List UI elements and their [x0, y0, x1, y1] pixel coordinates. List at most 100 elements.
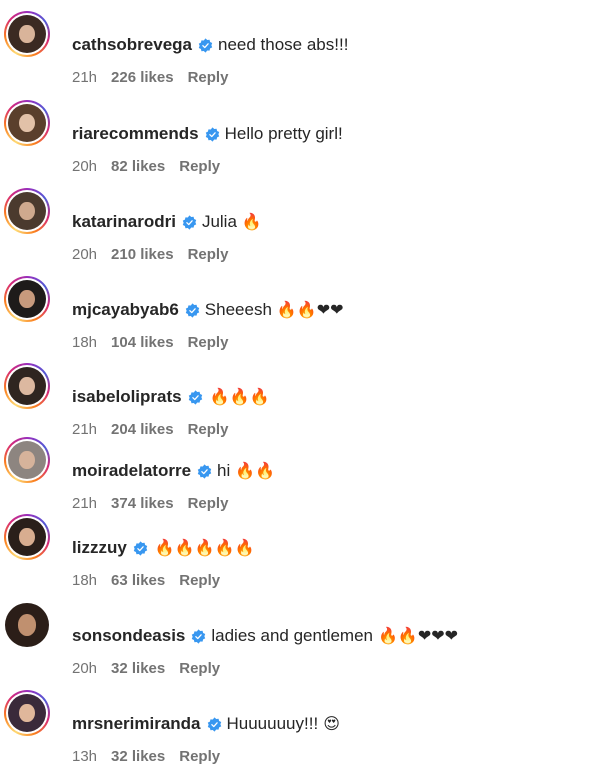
avatar-face [19, 450, 35, 470]
username-link[interactable]: lizzzuy [72, 537, 127, 559]
emoji-reaction: 🔥🔥🔥🔥🔥 [154, 538, 255, 557]
verified-badge-icon [182, 214, 197, 230]
likes-count[interactable]: 226 likes [111, 69, 174, 86]
likes-count[interactable]: 210 likes [111, 246, 174, 263]
verified-badge-icon [191, 628, 206, 644]
timestamp: 18h [72, 572, 98, 589]
comment-text: Huuuuuuy!!! [226, 714, 319, 733]
avatar[interactable] [4, 690, 50, 736]
comment-meta: 20h 210 likes Reply [72, 246, 242, 263]
username-link[interactable]: mjcayabyab6 [72, 299, 179, 321]
username-link[interactable]: sonsondeasis [72, 625, 185, 647]
verified-badge-icon [198, 37, 213, 53]
comment-body: riarecommends Hello pretty girl! [72, 123, 345, 145]
avatar-face [19, 289, 35, 309]
avatar-ring-gap [6, 439, 48, 481]
verified-badge-icon [197, 463, 212, 479]
avatar-face [18, 614, 36, 636]
emoji-reaction: 🔥🔥 [235, 461, 276, 480]
username-link[interactable]: riarecommends [72, 123, 199, 145]
username-link[interactable]: isabeloliprats [72, 386, 182, 408]
avatar-image [8, 280, 46, 318]
username-link[interactable]: cathsobrevega [72, 34, 192, 56]
avatar[interactable] [4, 514, 50, 560]
avatar[interactable] [4, 100, 50, 146]
likes-count[interactable]: 104 likes [111, 334, 174, 351]
comment-body: cathsobrevega need those abs!!! [72, 34, 350, 56]
comment-row: sonsondeasis ladies and gentlemen 🔥🔥❤❤❤ 20h… [0, 598, 600, 678]
likes-count[interactable]: 82 likes [111, 158, 165, 175]
username-link[interactable]: moiradelatorre [72, 460, 191, 482]
comment-list: cathsobrevega need those abs!!! 21h 226 lik… [0, 0, 600, 782]
comment-body: mrsnerimiranda Huuuuuuy!!! 😍 [72, 713, 340, 735]
avatar-face [19, 703, 35, 723]
timestamp: 13h [72, 748, 98, 765]
comment-row: cathsobrevega need those abs!!! 21h 226 lik… [0, 7, 600, 87]
reply-button[interactable]: Reply [188, 246, 229, 263]
comment-row: lizzzuy 🔥🔥🔥🔥🔥 18h 63 likes Reply [0, 510, 600, 590]
comment-text: hi [217, 461, 231, 480]
avatar-image [8, 367, 46, 405]
avatar[interactable] [4, 276, 50, 322]
reply-button[interactable]: Reply [179, 158, 220, 175]
comment-meta: 13h 32 likes Reply [72, 748, 234, 765]
comment-body: mjcayabyab6 Sheeesh 🔥🔥❤❤ [72, 299, 344, 321]
avatar-face [19, 527, 35, 547]
reply-button[interactable]: Reply [188, 69, 229, 86]
avatar-ring-gap [6, 278, 48, 320]
avatar[interactable] [4, 602, 50, 648]
avatar-image [5, 603, 49, 647]
avatar-image [8, 441, 46, 479]
avatar-image [8, 694, 46, 732]
comment-meta: 20h 82 likes Reply [72, 158, 234, 175]
comment-row: moiradelatorre hi 🔥🔥 21h 374 likes Reply [0, 433, 600, 513]
avatar-face [19, 201, 35, 221]
comment-body: lizzzuy 🔥🔥🔥🔥🔥 [72, 537, 254, 559]
avatar[interactable] [4, 437, 50, 483]
avatar-face [19, 24, 35, 44]
avatar-ring-gap [6, 365, 48, 407]
emoji-reaction: 🔥🔥❤❤❤ [378, 626, 459, 645]
verified-badge-icon [207, 716, 222, 732]
emoji-reaction: 🔥🔥❤❤ [276, 300, 344, 319]
verified-badge-icon [185, 302, 200, 318]
avatar-face [19, 376, 35, 396]
reply-button[interactable]: Reply [188, 334, 229, 351]
avatar-ring-gap [6, 692, 48, 734]
reply-button[interactable]: Reply [179, 748, 220, 765]
avatar-ring-gap [4, 602, 50, 648]
avatar[interactable] [4, 188, 50, 234]
timestamp: 20h [72, 158, 98, 175]
avatar-image [8, 192, 46, 230]
comment-meta: 21h 226 likes Reply [72, 69, 242, 86]
reply-button[interactable]: Reply [179, 660, 220, 677]
likes-count[interactable]: 63 likes [111, 572, 165, 589]
comment-body: moiradelatorre hi 🔥🔥 [72, 460, 275, 482]
comment-row: riarecommends Hello pretty girl! 20h 82 lik… [0, 96, 600, 176]
timestamp: 20h [72, 246, 98, 263]
likes-count[interactable]: 32 likes [111, 660, 165, 677]
comment-meta: 18h 63 likes Reply [72, 572, 234, 589]
comment-body: sonsondeasis ladies and gentlemen 🔥🔥❤❤❤ [72, 625, 458, 647]
comment-row: mrsnerimiranda Huuuuuuy!!! 😍 13h 32 likes Rep… [0, 686, 600, 766]
avatar[interactable] [4, 363, 50, 409]
reply-button[interactable]: Reply [179, 572, 220, 589]
comment-text: ladies and gentlemen [211, 626, 373, 645]
verified-badge-icon [133, 540, 148, 556]
avatar[interactable] [4, 11, 50, 57]
comment-body: katarinarodri Julia 🔥 [72, 211, 262, 233]
username-link[interactable]: mrsnerimiranda [72, 713, 201, 735]
avatar-ring-gap [6, 102, 48, 144]
likes-count[interactable]: 32 likes [111, 748, 165, 765]
comment-text: need those abs!!! [218, 35, 349, 54]
emoji-reaction: 🔥🔥🔥 [209, 387, 270, 406]
timestamp: 18h [72, 334, 98, 351]
timestamp: 21h [72, 69, 98, 86]
comment-row: katarinarodri Julia 🔥 20h 210 likes Reply [0, 184, 600, 264]
avatar-image [8, 518, 46, 556]
comment-meta: 18h 104 likes Reply [72, 334, 242, 351]
username-link[interactable]: katarinarodri [72, 211, 176, 233]
comment-row: mjcayabyab6 Sheeesh 🔥🔥❤❤ 18h 104 likes Reply [0, 272, 600, 352]
avatar-face [19, 113, 35, 133]
emoji-reaction: 😍 [323, 714, 340, 733]
